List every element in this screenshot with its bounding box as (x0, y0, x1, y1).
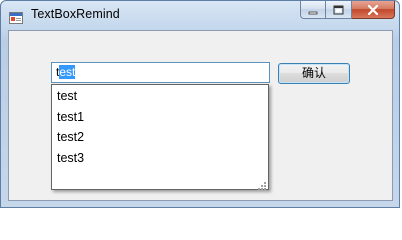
window-controls (300, 1, 395, 20)
app-icon (9, 9, 23, 24)
minimize-button[interactable] (300, 1, 326, 19)
autocomplete-dropdown: test test1 test2 test3 (51, 84, 269, 190)
resize-grip-icon[interactable] (255, 176, 267, 190)
maximize-icon (333, 0, 344, 19)
close-icon (367, 0, 379, 19)
close-button[interactable] (352, 1, 395, 19)
suggestion-item[interactable]: test (52, 86, 268, 107)
suggestion-item[interactable]: test3 (52, 148, 268, 169)
window-title: TextBoxRemind (31, 7, 120, 21)
textbox-selected-text: est (59, 65, 76, 79)
suggestion-item[interactable]: test2 (52, 127, 268, 148)
suggestion-item[interactable]: test1 (52, 107, 268, 128)
remind-textbox[interactable]: test (51, 62, 270, 83)
suggestion-list: test test1 test2 test3 (52, 85, 268, 168)
confirm-button[interactable]: 确认 (278, 63, 350, 84)
maximize-button[interactable] (326, 1, 352, 19)
minimize-icon (308, 0, 318, 19)
title-bar[interactable]: TextBoxRemind (1, 1, 401, 31)
